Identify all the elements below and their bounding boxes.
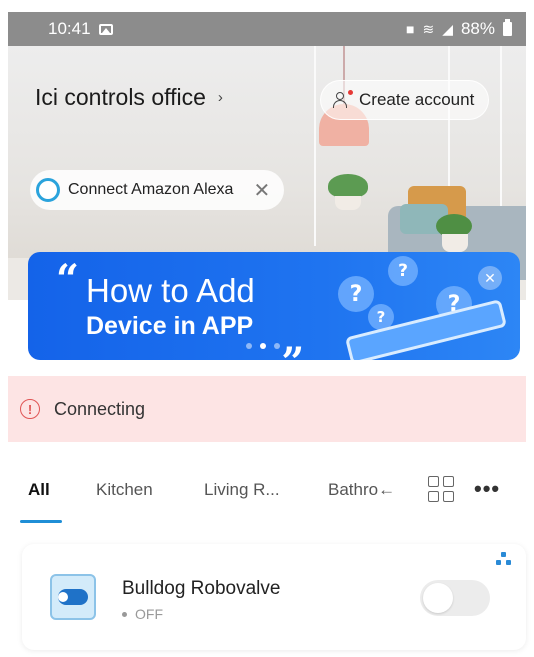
- question-bubble-icon: ?: [338, 276, 374, 312]
- create-account-label: Create account: [359, 90, 475, 109]
- close-icon[interactable]: ✕: [253, 178, 270, 203]
- active-tab-indicator: [20, 520, 62, 523]
- wifi-icon: ≋: [422, 20, 435, 37]
- grid-view-icon[interactable]: [428, 476, 454, 502]
- lock-icon: ■: [405, 21, 415, 37]
- device-power-toggle[interactable]: [420, 580, 490, 616]
- banner-close-icon[interactable]: ✕: [478, 266, 502, 290]
- device-name: Bulldog Robovalve: [122, 578, 281, 599]
- battery-icon: [503, 19, 512, 36]
- pot-illustration: [442, 234, 468, 252]
- more-options-icon[interactable]: •••: [474, 476, 500, 502]
- home-name: Ici controls office: [35, 84, 206, 110]
- wall-panel-line: [314, 46, 316, 246]
- connect-alexa-label: Connect Amazon Alexa: [68, 181, 234, 198]
- battery-percent: 88%: [460, 19, 495, 38]
- connection-status-text: Connecting: [54, 398, 146, 419]
- question-bubble-icon: ?: [388, 256, 418, 286]
- tab-kitchen[interactable]: Kitchen: [96, 480, 153, 500]
- connection-status-bar: ! Connecting: [8, 376, 526, 442]
- signal-icon: ◢: [442, 20, 453, 37]
- how-to-add-device-banner[interactable]: “ How to Add Device in APP „ ? ? ? ? ✕: [28, 252, 520, 360]
- device-status: OFF: [122, 606, 163, 622]
- create-account-button[interactable]: Create account: [320, 80, 490, 120]
- device-status-text: OFF: [135, 606, 163, 622]
- status-time: 10:41: [48, 19, 91, 38]
- room-tabs: All Kitchen Living R... Bathro← •••: [8, 468, 526, 524]
- valve-device-icon: [50, 574, 96, 620]
- alert-icon: !: [20, 399, 40, 419]
- carousel-dot-active[interactable]: [260, 343, 266, 349]
- pot-illustration: [335, 196, 361, 210]
- open-quote-glyph: “: [56, 256, 80, 303]
- tab-bathroom[interactable]: Bathro←: [328, 480, 395, 500]
- image-icon: [98, 23, 113, 35]
- banner-title-line2: Device in APP: [86, 312, 254, 340]
- status-dot: [122, 611, 127, 617]
- plant-illustration: [328, 174, 368, 198]
- banner-title-line1: How to Add: [86, 272, 255, 309]
- status-time-group: 10:41: [48, 19, 113, 39]
- phone-illustration: [344, 299, 508, 360]
- tab-living-room[interactable]: Living R...: [204, 480, 280, 500]
- chevron-right-icon: ›: [217, 89, 223, 106]
- alexa-icon: [36, 178, 60, 202]
- tab-all[interactable]: All: [28, 480, 50, 500]
- status-right-group: ■ ≋ ◢ 88%: [406, 19, 512, 39]
- device-card[interactable]: Bulldog Robovalve OFF: [22, 544, 526, 650]
- add-user-icon: [333, 90, 353, 108]
- network-icon: [496, 552, 512, 566]
- toggle-thumb: [423, 583, 453, 613]
- status-bar: 10:41 ■ ≋ ◢ 88%: [8, 12, 526, 46]
- connect-alexa-chip[interactable]: Connect Amazon Alexa ✕: [30, 170, 285, 210]
- home-selector[interactable]: Ici controls office ›: [35, 84, 223, 111]
- carousel-dot[interactable]: [246, 343, 252, 349]
- carousel-dot[interactable]: [274, 343, 280, 349]
- close-quote-glyph: „: [282, 316, 306, 360]
